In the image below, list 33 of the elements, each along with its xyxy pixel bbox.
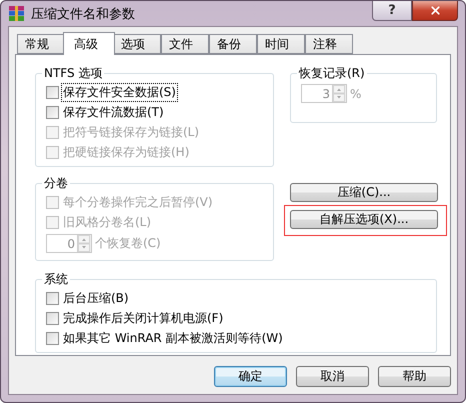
checkbox[interactable]: [46, 106, 59, 119]
tab[interactable]: 选项: [113, 34, 161, 54]
spin-label: 个恢复卷(C): [95, 235, 161, 252]
dialog-button[interactable]: 帮助: [378, 366, 451, 387]
unit-label: %: [350, 86, 362, 100]
group-title: NTFS 选项: [43, 65, 104, 82]
group-title: 系统: [43, 271, 69, 288]
checkbox[interactable]: [46, 312, 59, 325]
archive-app-icon: [8, 5, 25, 22]
group-title: 分卷: [43, 175, 69, 192]
group-title: 恢复记录(R): [298, 65, 366, 82]
checkbox[interactable]: [46, 292, 59, 305]
checkbox-option[interactable]: 如果其它 WinRAR 副本被激活则等待(W): [46, 330, 430, 347]
dialog-button[interactable]: 取消: [296, 366, 369, 387]
checkbox[interactable]: [46, 332, 59, 345]
tab[interactable]: 文件: [161, 34, 209, 54]
checkbox-option[interactable]: 保存文件流数据(T): [46, 104, 267, 121]
dialog-button[interactable]: 自解压选项(X)...: [290, 210, 438, 229]
close-icon: [428, 4, 442, 17]
close-button[interactable]: [412, 1, 458, 21]
checkbox-option[interactable]: 后台压缩(B): [46, 290, 430, 307]
checkbox-option[interactable]: 完成操作后关闭计算机电源(F): [46, 310, 430, 327]
checkbox[interactable]: [46, 86, 59, 99]
help-button[interactable]: ?: [372, 1, 412, 21]
checkbox-option[interactable]: 保存文件安全数据(S): [46, 84, 267, 101]
tab[interactable]: 常规: [17, 34, 65, 54]
tab[interactable]: 注释: [305, 34, 353, 54]
tab[interactable]: 备份: [209, 34, 257, 54]
dialog-button[interactable]: 压缩(C)...: [290, 183, 438, 202]
window-title: 压缩文件名和参数: [31, 6, 136, 22]
dialog-button[interactable]: 确定: [214, 366, 287, 387]
tab[interactable]: 高级: [63, 32, 115, 55]
tab[interactable]: 时间: [257, 34, 305, 54]
